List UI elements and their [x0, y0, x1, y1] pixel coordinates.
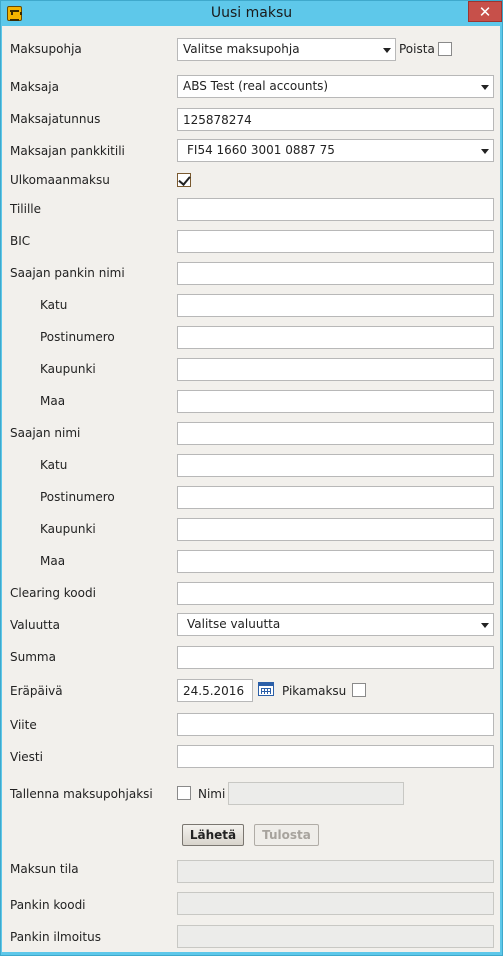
recipient-postal-field[interactable]: [177, 486, 494, 509]
bank-code-field: [177, 892, 494, 915]
amount-field[interactable]: [177, 646, 494, 669]
account-label: Tilille: [10, 202, 42, 216]
payer-id-label: Maksajatunnus: [10, 112, 101, 126]
recipient-country-field[interactable]: [177, 550, 494, 573]
recipient-postal-input[interactable]: [183, 487, 488, 508]
payer-account-label: Maksajan pankkitili: [10, 144, 125, 158]
calendar-icon[interactable]: [258, 682, 274, 696]
payer-account-select-value: FI54 1660 3001 0887 75: [187, 143, 335, 157]
bank-city-field[interactable]: [177, 358, 494, 381]
recipient-country-input[interactable]: [183, 551, 488, 572]
payer-select-value: ABS Test (real accounts): [183, 79, 329, 93]
bank-city-input[interactable]: [183, 359, 488, 380]
foreign-payment-checkbox[interactable]: [177, 173, 191, 187]
bank-postal-input[interactable]: [183, 327, 488, 348]
message-field[interactable]: [177, 745, 494, 768]
recipient-country-label: Maa: [40, 554, 66, 568]
title-bar[interactable]: Uusi maksu ✕: [1, 1, 502, 26]
bank-name-label: Saajan pankin nimi: [10, 266, 125, 280]
bank-code-label: Pankin koodi: [10, 898, 86, 912]
recipient-name-field[interactable]: [177, 422, 494, 445]
bic-field[interactable]: [177, 230, 494, 253]
close-button[interactable]: ✕: [468, 1, 502, 22]
payment-state-label: Maksun tila: [10, 862, 79, 876]
recipient-street-label: Katu: [40, 458, 68, 472]
currency-select-value: Valitse valuutta: [187, 617, 281, 631]
payment-state-field: [177, 860, 494, 883]
express-label: Pikamaksu: [282, 684, 347, 698]
due-date-field[interactable]: [177, 679, 253, 702]
template-name-input[interactable]: [234, 783, 398, 804]
bank-name-field[interactable]: [177, 262, 494, 285]
reference-input[interactable]: [183, 714, 488, 735]
save-template-label: Tallenna maksupohjaksi: [10, 787, 153, 801]
bank-country-label: Maa: [40, 394, 66, 408]
chevron-down-icon: [481, 85, 489, 90]
bank-country-input[interactable]: [183, 391, 488, 412]
currency-select[interactable]: Valitse valuutta: [177, 613, 494, 636]
window-title: Uusi maksu: [210, 5, 293, 21]
template-select-value: Valitse maksupohja: [183, 42, 300, 56]
print-button[interactable]: Tulosta: [254, 824, 319, 846]
due-date-label: Eräpäivä: [10, 684, 63, 698]
template-name-label: Nimi: [198, 787, 226, 801]
payment-window: Uusi maksu ✕ Maksupohja Valitse maksupoh…: [0, 0, 503, 956]
clearing-input[interactable]: [183, 583, 488, 604]
bic-label: BIC: [10, 234, 31, 248]
bank-postal-label: Postinumero: [40, 330, 115, 344]
payer-id-field[interactable]: [177, 108, 494, 131]
bank-street-label: Katu: [40, 298, 68, 312]
foreign-payment-label: Ulkomaanmaksu: [10, 173, 110, 187]
save-template-checkbox[interactable]: [177, 786, 191, 800]
recipient-street-field[interactable]: [177, 454, 494, 477]
bic-input[interactable]: [183, 231, 488, 252]
template-name-field[interactable]: [228, 782, 404, 805]
payer-label: Maksaja: [10, 80, 59, 94]
reference-label: Viite: [10, 718, 37, 732]
bank-notice-field: [177, 925, 494, 948]
delete-label: Poista: [399, 42, 435, 56]
payer-id-input[interactable]: [183, 109, 488, 130]
bank-street-field[interactable]: [177, 294, 494, 317]
bank-name-input[interactable]: [183, 263, 488, 284]
send-button[interactable]: Lähetä: [182, 824, 244, 846]
message-input[interactable]: [183, 746, 488, 767]
recipient-city-field[interactable]: [177, 518, 494, 541]
bank-country-field[interactable]: [177, 390, 494, 413]
reference-field[interactable]: [177, 713, 494, 736]
recipient-postal-label: Postinumero: [40, 490, 115, 504]
account-input[interactable]: [183, 199, 488, 220]
chevron-down-icon: [481, 149, 489, 154]
bank-street-input[interactable]: [183, 295, 488, 316]
delete-checkbox[interactable]: [438, 42, 452, 56]
chevron-down-icon: [383, 48, 391, 53]
due-date-input[interactable]: [183, 680, 247, 701]
template-label: Maksupohja: [10, 42, 82, 56]
express-checkbox[interactable]: [352, 683, 366, 697]
chevron-down-icon: [481, 623, 489, 628]
recipient-name-input[interactable]: [183, 423, 488, 444]
bank-notice-label: Pankin ilmoitus: [10, 930, 101, 944]
currency-label: Valuutta: [10, 618, 60, 632]
template-select[interactable]: Valitse maksupohja: [177, 38, 396, 61]
bank-postal-field[interactable]: [177, 326, 494, 349]
recipient-city-input[interactable]: [183, 519, 488, 540]
recipient-street-input[interactable]: [183, 455, 488, 476]
payer-select[interactable]: ABS Test (real accounts): [177, 75, 494, 98]
payer-account-select[interactable]: FI54 1660 3001 0887 75: [177, 139, 494, 162]
account-field[interactable]: [177, 198, 494, 221]
message-label: Viesti: [10, 750, 43, 764]
amount-label: Summa: [10, 650, 56, 664]
clearing-field[interactable]: [177, 582, 494, 605]
amount-input[interactable]: [183, 647, 488, 668]
bank-city-label: Kaupunki: [40, 362, 96, 376]
recipient-city-label: Kaupunki: [40, 522, 96, 536]
form-panel: Maksupohja Valitse maksupohja Poista Mak…: [2, 26, 500, 952]
recipient-name-label: Saajan nimi: [10, 426, 81, 440]
clearing-label: Clearing koodi: [10, 586, 96, 600]
